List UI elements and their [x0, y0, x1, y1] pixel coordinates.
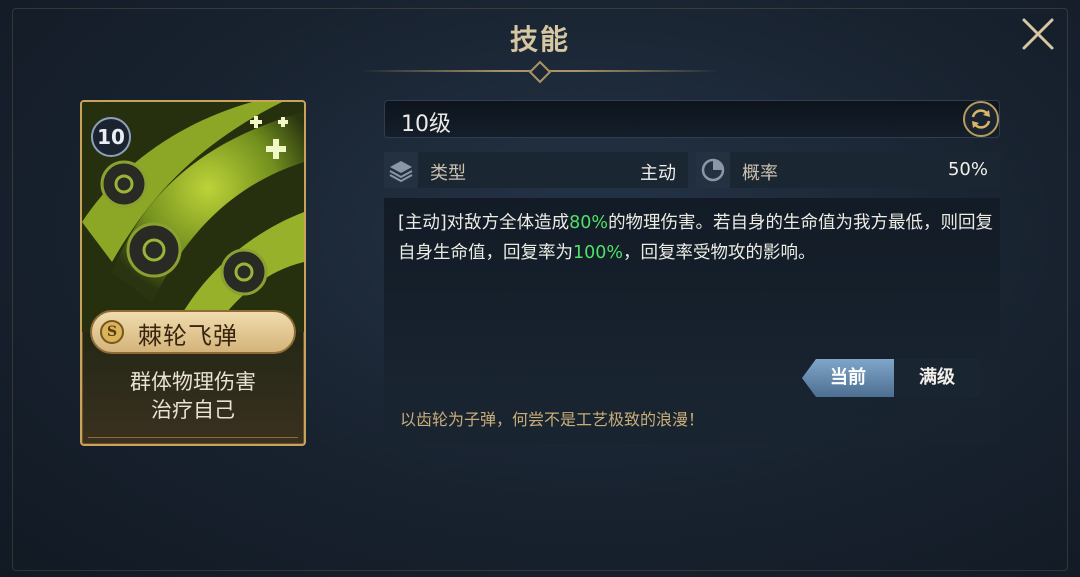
skill-description: [主动]对敌方全体造成80%的物理伤害。若自身的生命值为我方最低，则回复自身生命… [398, 208, 994, 268]
layers-icon [389, 161, 413, 183]
skill-probability-row: 概率 50% [696, 152, 1000, 188]
title-diamond-ornament [528, 60, 552, 84]
type-icon-box [384, 152, 418, 188]
desc-part-1: [主动]对敌方全体造成 [398, 213, 570, 233]
type-value: 主动 [640, 163, 676, 184]
skill-description-box: [主动]对敌方全体造成80%的物理伤害。若自身的生命值为我方最低，则回复自身生命… [384, 198, 1000, 444]
probability-icon-box [696, 152, 730, 188]
probability-label: 概率 [742, 163, 778, 184]
rank-badge: S [100, 320, 124, 344]
type-label: 类型 [430, 163, 466, 184]
skill-summary-line-2: 治疗自己 [151, 398, 235, 422]
desc-part-3: ，回复率受物攻的影响。 [623, 243, 816, 263]
tab-current-level[interactable]: 当前 [802, 359, 894, 397]
damage-percent-highlight: 80% [569, 213, 609, 233]
skill-type-row: 类型 主动 [384, 152, 688, 188]
skill-summary: 群体物理伤害 治疗自己 [82, 368, 304, 424]
level-selector[interactable]: 10级 [384, 100, 1000, 138]
probability-value: 50% [947, 159, 988, 180]
close-button[interactable] [1018, 14, 1058, 54]
tab-max-level[interactable]: 满级 [894, 359, 980, 397]
pie-chart-icon [701, 158, 725, 182]
card-divider [88, 437, 298, 438]
level-text: 10级 [401, 112, 451, 137]
level-toggle: 当前 满级 [802, 359, 980, 397]
skill-detail-panel: 10级 类型 主动 概率 50% [主动]对敌方全体造成80%的物理伤害。若自身… [384, 100, 1002, 444]
skill-summary-line-1: 群体物理伤害 [130, 370, 256, 394]
refresh-button[interactable] [962, 100, 1000, 138]
skill-card: 10 S 棘轮飞弹 群体物理伤害 治疗自己 [80, 100, 306, 446]
skill-name: 棘轮飞弹 [138, 322, 238, 350]
skill-name-bar: S 棘轮飞弹 [90, 310, 296, 354]
flavor-text: 以齿轮为子弹，何尝不是工艺极致的浪漫！ [400, 410, 705, 429]
skill-level-badge: 10 [91, 117, 131, 157]
dialog-title: 技能 [509, 23, 570, 56]
refresh-icon [963, 101, 999, 137]
heal-percent-highlight: 100% [573, 243, 624, 263]
close-icon [1022, 18, 1054, 50]
